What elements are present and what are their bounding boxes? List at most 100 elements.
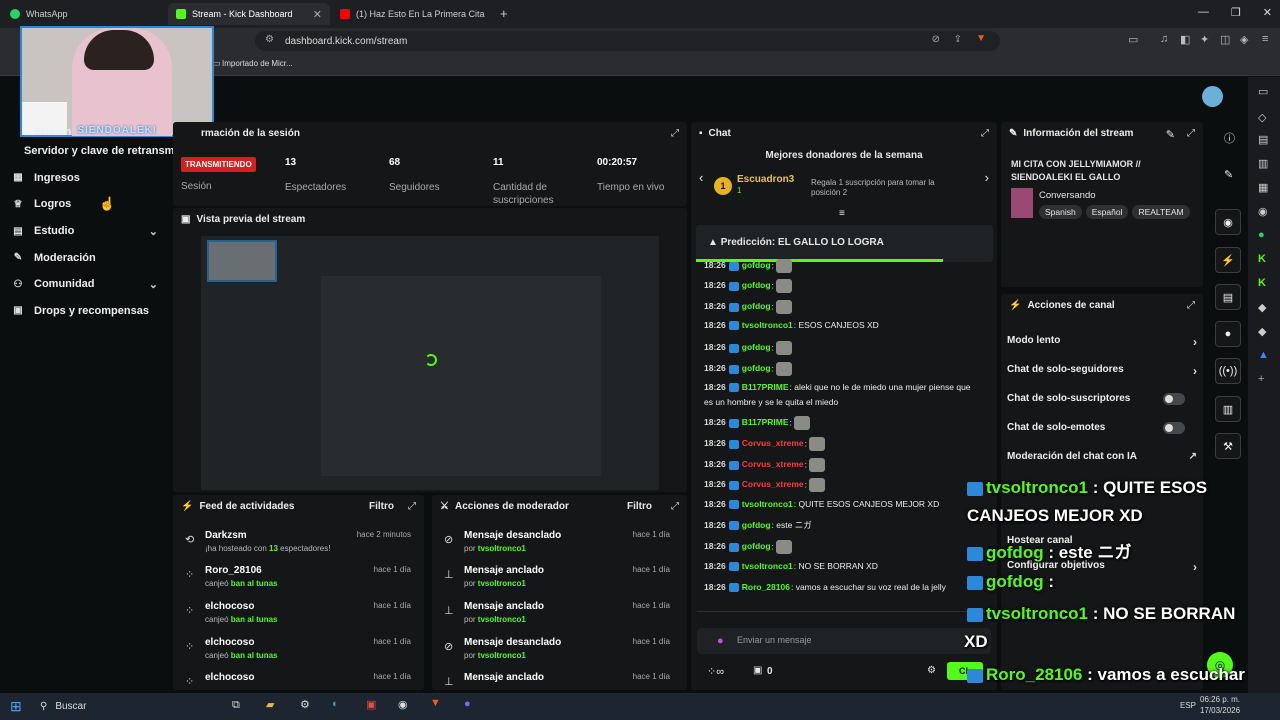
sidebar-item-ingresos[interactable]: ▦ Ingresos — [0, 165, 172, 192]
avatar[interactable] — [1202, 86, 1223, 107]
reader-icon[interactable]: ▭ — [1128, 33, 1138, 46]
close-window-icon[interactable]: ✕ — [1263, 6, 1272, 19]
layout-button[interactable]: ▥ — [1215, 396, 1241, 422]
sidebar-bookmarks-icon[interactable]: ▥ — [1258, 157, 1268, 170]
edit-icon[interactable]: ✎ — [1166, 128, 1175, 141]
action-ai-moderation[interactable]: Moderación del chat con IA ↗ — [1007, 451, 1197, 462]
stream-preview-video[interactable] — [201, 236, 659, 490]
filter-button[interactable]: Filtro — [369, 501, 394, 512]
message-user[interactable]: tvsoltronco1 — [742, 561, 793, 571]
notes-button[interactable]: ▤ — [1215, 284, 1241, 310]
tag[interactable]: REALTEAM — [1132, 205, 1190, 219]
category-name[interactable]: Conversando — [1039, 190, 1096, 201]
settings-app-icon[interactable]: ⚙ — [300, 698, 310, 711]
message-user[interactable]: Corvus_xtreme — [742, 459, 804, 469]
chevron-left-icon[interactable]: ‹ — [699, 170, 703, 185]
expand-icon[interactable]: ⤢ — [671, 128, 679, 139]
sidebar-add-icon[interactable]: + — [1258, 373, 1264, 385]
sidebar-home-icon[interactable]: ▭ — [1258, 85, 1268, 98]
sidebar-app-icon[interactable]: ◆ — [1258, 301, 1266, 314]
expand-icon[interactable]: ⤢ — [981, 128, 989, 139]
message-user[interactable]: tvsoltronco1 — [742, 499, 793, 509]
message-user[interactable]: gofdog — [742, 342, 771, 352]
tab-whatsapp[interactable]: WhatsApp — [2, 3, 167, 25]
brave-shield-icon[interactable]: ▼ — [976, 33, 986, 44]
sidebar-leo-icon[interactable]: ◇ — [1258, 111, 1266, 124]
tab-youtube[interactable]: (1) Haz Esto En La Primera Cita Para E — [332, 3, 494, 25]
message-user[interactable]: gofdog — [742, 280, 771, 290]
filter-lines-icon[interactable]: ≡ — [839, 208, 845, 219]
wallet-icon[interactable]: ◫ — [1220, 33, 1230, 46]
feed-user[interactable]: elchocoso — [205, 637, 254, 648]
message-user[interactable]: gofdog — [742, 301, 771, 311]
sidebar-item-estudio[interactable]: ▤ Estudio ⌄ — [0, 218, 172, 245]
expand-icon[interactable]: ⤢ — [671, 501, 679, 512]
message-user[interactable]: gofdog — [742, 260, 771, 270]
edit-icon[interactable]: ✎ — [1224, 168, 1233, 181]
bookmark-item[interactable]: Importado de Micr... — [222, 59, 293, 68]
message-user[interactable]: gofdog — [742, 541, 771, 551]
chat-input[interactable]: ● Enviar un mensaje — [697, 628, 991, 654]
sidebar-icon[interactable]: ◧ — [1180, 33, 1190, 46]
clock-time[interactable]: 06:26 p. m. — [1200, 695, 1240, 704]
feed-user[interactable]: elchocoso — [205, 672, 254, 683]
taskbar-search[interactable]: ⚲ Buscar — [32, 696, 222, 717]
expand-icon[interactable]: ⤢ — [408, 501, 416, 512]
donor-name[interactable]: Escuadron3 — [737, 174, 794, 185]
brave-icon[interactable]: ▼ — [430, 697, 441, 709]
tag[interactable]: Spanish — [1039, 205, 1082, 219]
filter-button[interactable]: Filtro — [627, 501, 652, 512]
music-icon[interactable]: ♫ — [1160, 33, 1168, 45]
message-user[interactable]: Corvus_xtreme — [742, 479, 804, 489]
gift-icon[interactable]: ▣ — [753, 665, 762, 676]
message-user[interactable]: Corvus_xtreme — [742, 438, 804, 448]
expand-icon[interactable]: ⤢ — [1187, 300, 1195, 311]
chat-button[interactable]: ● — [1215, 321, 1241, 347]
sidebar-app2-icon[interactable]: ◆ — [1258, 325, 1266, 338]
obs-icon[interactable]: ◉ — [398, 698, 408, 711]
broadcast-button[interactable]: ((•)) — [1215, 358, 1241, 384]
sidebar-kick2-icon[interactable]: K — [1258, 277, 1266, 289]
tracking-icon[interactable]: ⊘ — [932, 34, 940, 45]
address-bar[interactable]: ⚙ dashboard.kick.com/stream ⊘ ⇪ ▼ — [255, 31, 1000, 51]
action-slow-mode[interactable]: Modo lento › — [1007, 335, 1197, 349]
sidebar-item-moderacion[interactable]: ✎ Moderación — [0, 244, 172, 271]
sidebar-history-icon[interactable]: ▦ — [1258, 181, 1268, 194]
sidebar-item-stream[interactable]: Stream — [0, 125, 172, 138]
tab-kick-dashboard[interactable]: Stream - Kick Dashboard ✕ — [168, 3, 330, 25]
sidebar-item-comunidad[interactable]: ⚇ Comunidad ⌄ — [0, 271, 172, 298]
discord-icon[interactable]: ● — [464, 698, 471, 710]
tools-button[interactable]: ⚒ — [1215, 433, 1241, 459]
share-icon[interactable]: ⇪ — [954, 34, 962, 45]
feed-user[interactable]: Roro_28106 — [205, 565, 262, 576]
subs-only-toggle[interactable] — [1163, 393, 1185, 405]
clock-date[interactable]: 17/03/2026 — [1200, 706, 1240, 715]
sidebar-item-logros[interactable]: ♕ Logros ☝ — [0, 191, 172, 218]
tag[interactable]: Español — [1085, 205, 1129, 219]
message-user[interactable]: gofdog — [742, 363, 771, 373]
sidebar-reading-icon[interactable]: ▤ — [1258, 133, 1268, 146]
sidebar-item-drops[interactable]: ▣ Drops y recompensas — [0, 298, 172, 325]
sidebar-drive-icon[interactable]: ▲ — [1258, 349, 1269, 361]
camera-button[interactable]: ◉ — [1215, 209, 1241, 235]
close-tab-icon[interactable]: ✕ — [313, 8, 322, 21]
message-user[interactable]: tvsoltronco1 — [742, 320, 793, 330]
sidebar-brave-icon[interactable]: ◉ — [1258, 205, 1268, 218]
points-icon[interactable]: ⁘∞ — [707, 665, 724, 678]
message-user[interactable]: Roro_28106 — [742, 582, 790, 592]
action-followers-only[interactable]: Chat de solo-seguidores › — [1007, 364, 1197, 378]
new-tab-icon[interactable]: + — [500, 6, 508, 21]
edge-icon[interactable]: ◐ — [332, 698, 339, 710]
menu-icon[interactable]: ≡ — [1262, 33, 1268, 45]
task-view-icon[interactable]: ⧉ — [232, 699, 240, 712]
expand-icon[interactable]: ⤢ — [1187, 128, 1195, 139]
bolt-button[interactable]: ⚡ — [1215, 247, 1241, 273]
maximize-icon[interactable]: ❐ — [1231, 6, 1241, 19]
sidebar-item-server-key[interactable]: Servidor y clave de retransm — [0, 138, 174, 165]
extensions-icon[interactable]: ✦ — [1200, 33, 1209, 46]
chevron-right-icon[interactable]: › — [985, 170, 989, 185]
language-indicator[interactable]: ESP — [1180, 701, 1196, 710]
feed-user[interactable]: Darkzsm — [205, 530, 247, 541]
sidebar-whatsapp-icon[interactable]: ● — [1258, 229, 1265, 241]
info-icon[interactable]: ⓘ — [1224, 130, 1235, 146]
